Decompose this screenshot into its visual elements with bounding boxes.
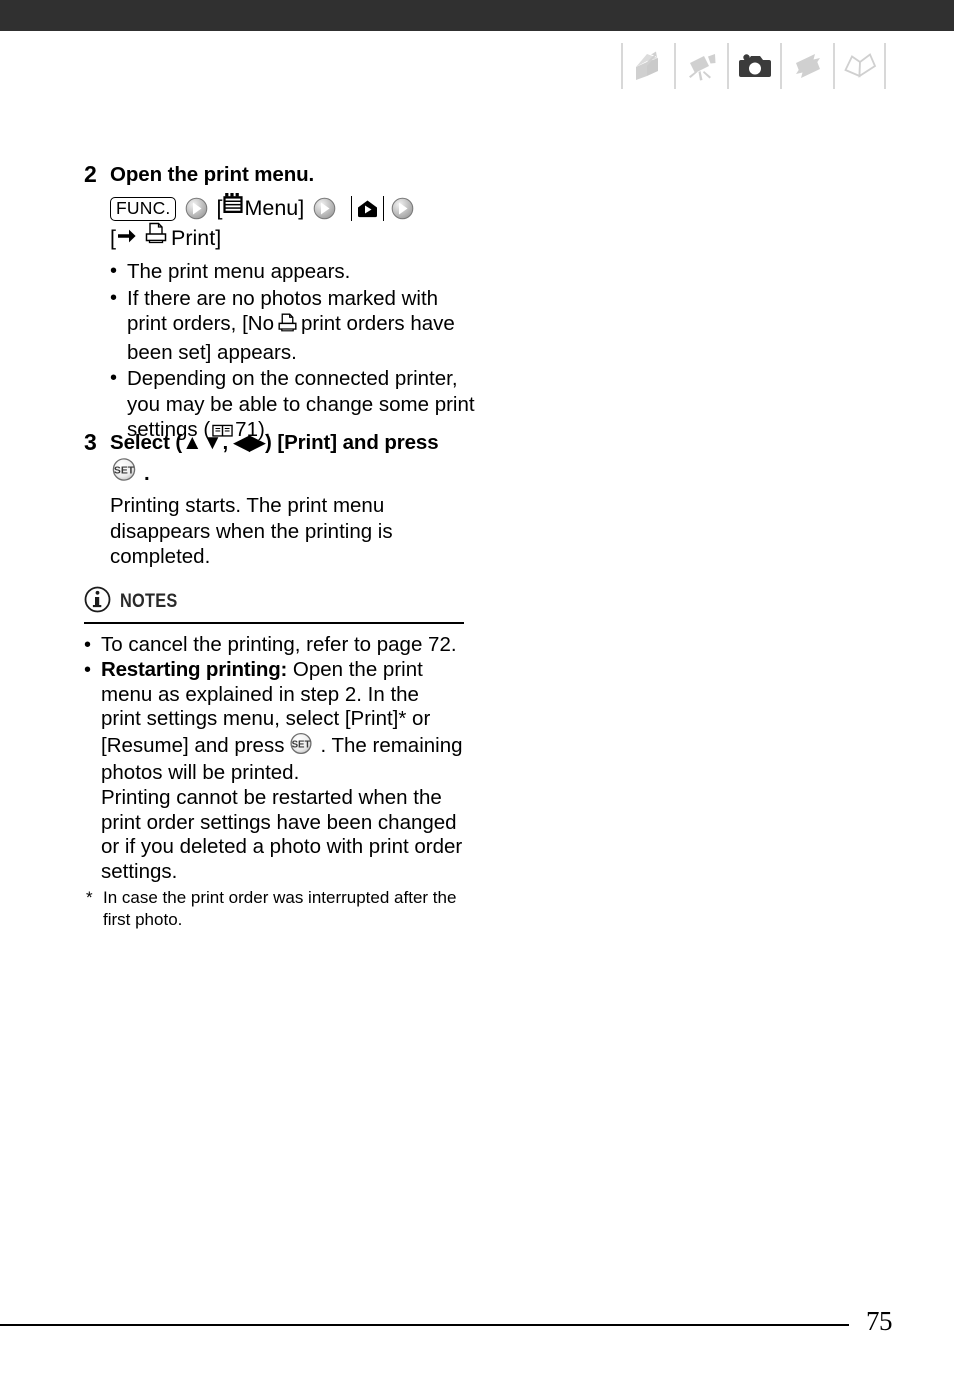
bullet-dot: • [84,633,92,656]
page-number: 75 [866,1306,893,1336]
notes-list: • To cancel the printing, refer to page … [84,633,464,931]
photo-camera-icon[interactable] [727,43,780,89]
bullet-text-1: The print menu appears. [127,260,351,283]
sequence-arrow-icon-3 [391,197,414,220]
notes-section: NOTES • To cancel the printing, refer to… [84,586,464,930]
step-2: 2 Open the print menu. FUNC. [Menu] [P… [84,160,480,446]
top-header-bar [0,0,954,31]
note-2-bold-lead: Restarting printing: [101,658,288,682]
camcorder-icon[interactable] [674,43,727,89]
section-icon-strip [621,42,886,90]
sequence-arrow-icon-1 [185,197,208,220]
step-3: 3 Select (▲▼, ◀▶) [Print] and press SET … [84,428,480,570]
footnote-marker: * [86,888,93,908]
photo-playback-mode-icon [351,196,385,221]
open-book-icon[interactable] [833,43,886,89]
note-continuation: Printing cannot be restarted when the pr… [101,786,463,883]
step-3-set-line: SET . [110,457,480,491]
step-3-set-period: . [144,462,150,485]
step-2-bullet-list: • The print menu appears. • If there are… [110,259,480,446]
notes-heading: NOTES [120,591,178,612]
print-label: Print] [170,225,222,250]
exchange-arrows-icon[interactable] [780,43,833,89]
step-3-paragraph: Printing starts. The print menu disappea… [110,494,393,568]
list-item: • To cancel the printing, refer to page … [84,633,464,659]
menu-list-icon [222,192,244,225]
notes-header: NOTES [84,586,464,621]
set-button-icon-inline[interactable]: SET [288,732,318,762]
intro-box-arrow-icon[interactable] [621,43,674,89]
footnote: * In case the print order was interrupte… [86,887,464,930]
bullet-item: • If there are no photos marked with pri… [110,286,480,366]
footnote-text: In case the print order was interrupted … [103,888,457,929]
step-3-number: 3 [84,429,97,455]
sequence-arrow-icon-2 [313,197,336,220]
print-open-bracket: [ [110,225,116,250]
note-text-1: To cancel the printing, refer to page 72… [101,632,457,656]
notes-divider [84,622,464,624]
svg-text:SET: SET [114,466,135,477]
print-icon [144,221,168,255]
list-item: • Restarting printing: Open the print me… [84,658,464,786]
bullet-dot: • [84,659,92,682]
print-icon-inline [277,312,298,340]
set-button-icon[interactable]: SET [110,457,142,491]
menu-label: Menu] [244,196,305,220]
step-2-print-line: [ Print] [110,221,480,255]
bullet-item: • The print menu appears. [110,259,480,285]
info-icon [84,586,111,618]
step-2-number: 2 [84,161,97,187]
step-2-title: Open the print menu. [110,163,315,186]
right-arrow-icon [117,222,137,255]
bullet-dot: • [110,286,118,309]
func-button[interactable]: FUNC. [110,196,177,221]
bullet-dot: • [110,260,118,282]
step-3-title: Select (▲▼, ◀▶) [Print] and press [110,431,439,454]
svg-text:SET: SET [292,739,311,750]
footer-divider [0,1324,849,1326]
